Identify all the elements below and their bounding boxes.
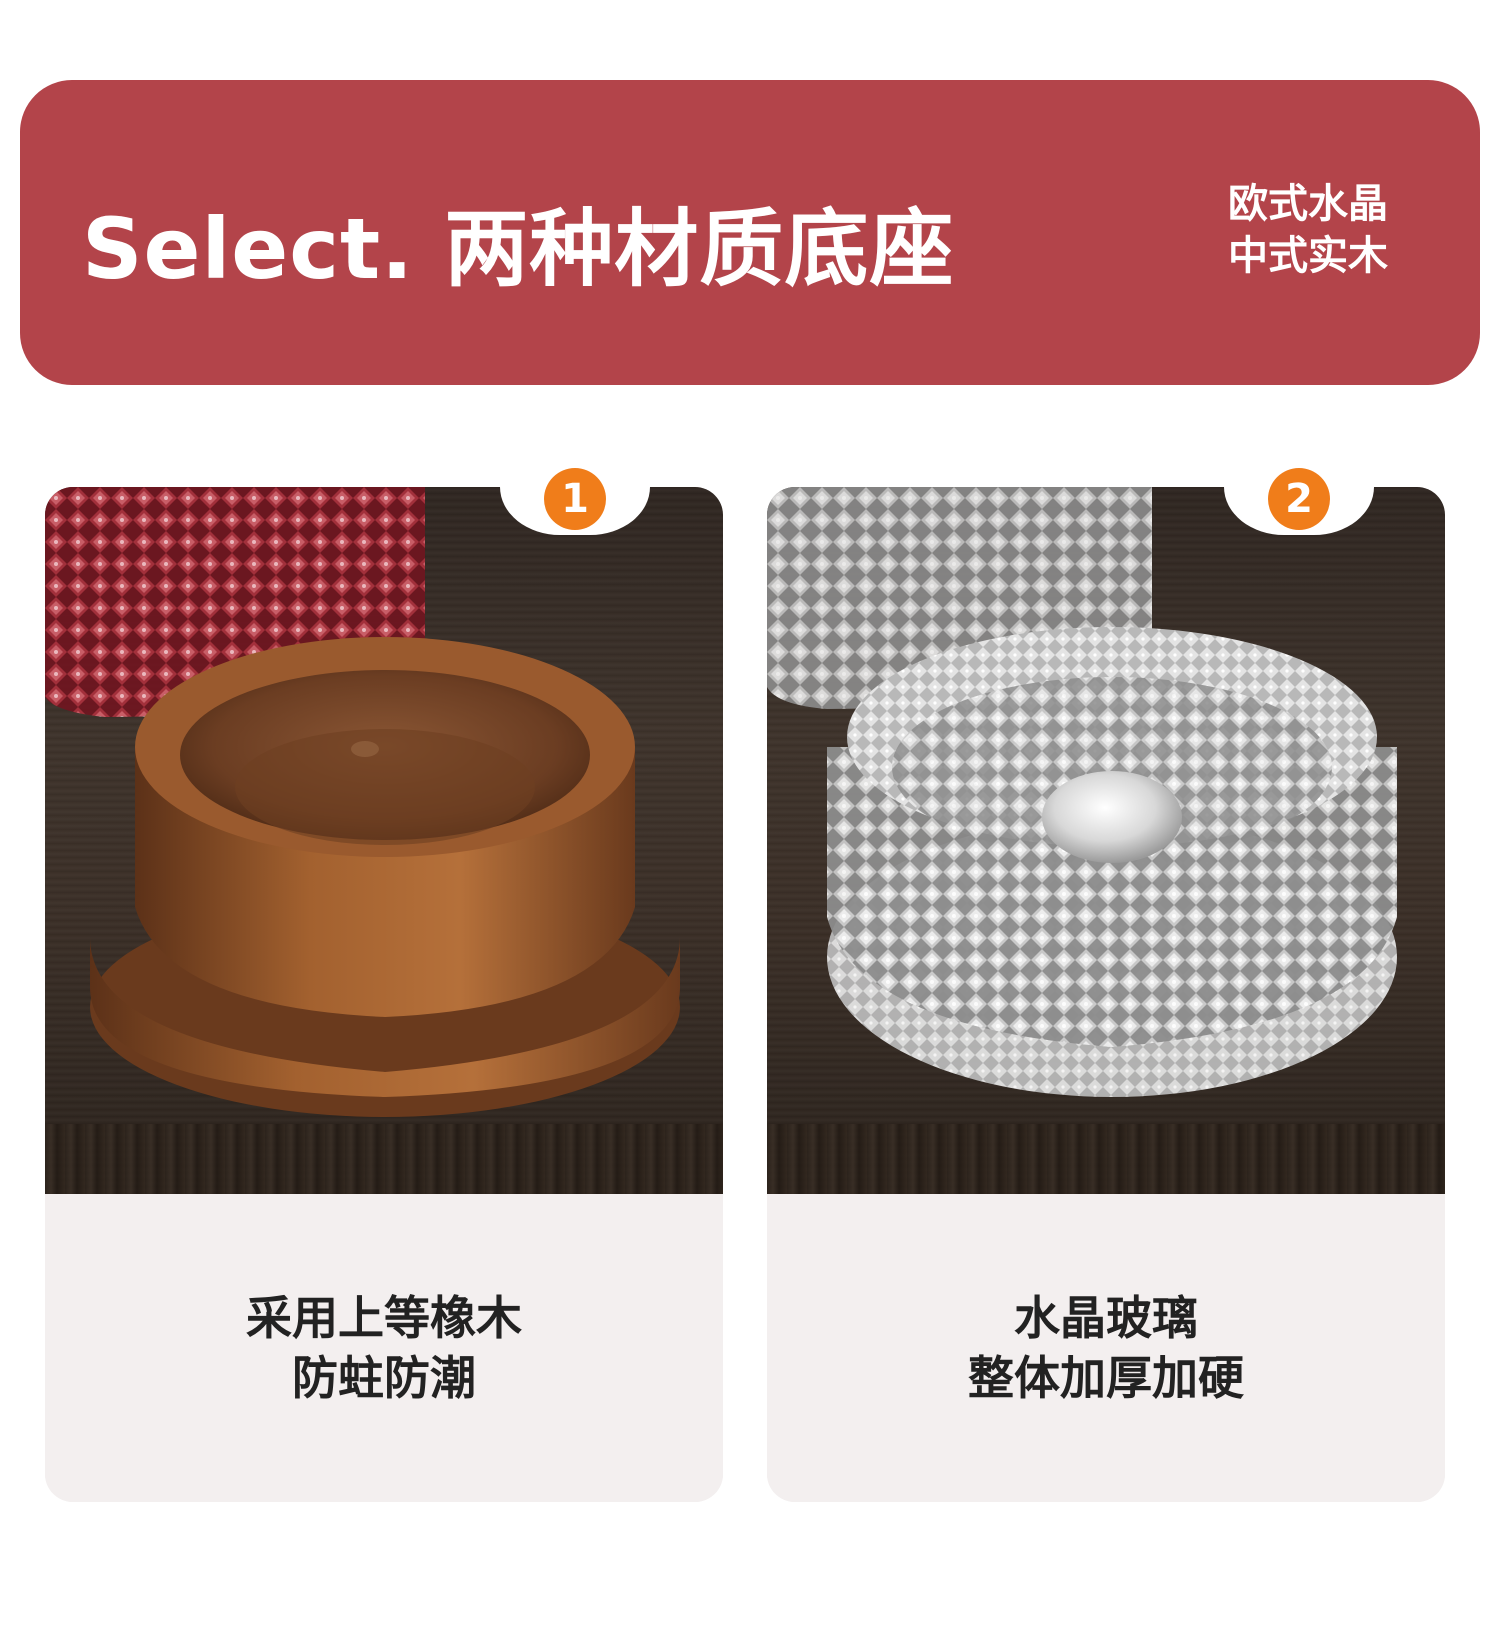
number-badge-1: 1: [544, 468, 606, 530]
wood-base-illustration: [45, 487, 680, 1117]
page-title: Select. 两种材质底座: [82, 200, 955, 298]
wood-base-photo: [45, 487, 723, 1194]
header-subtitle: 欧式水晶 中式实木: [1228, 178, 1388, 282]
product-card-wood: 采用上等橡木 防蛀防潮: [45, 487, 723, 1502]
crystal-caption-line1: 水晶玻璃: [1014, 1291, 1198, 1345]
subtitle-line-wood: 中式实木: [1228, 233, 1388, 279]
crystal-base-illustration: [767, 487, 1397, 1097]
crystal-caption-line2: 整体加厚加硬: [968, 1351, 1244, 1405]
number-badge-2: 2: [1268, 468, 1330, 530]
wood-base-caption: 采用上等橡木 防蛀防潮: [45, 1194, 723, 1502]
product-card-crystal: 水晶玻璃 整体加厚加硬: [767, 487, 1445, 1502]
wood-caption-line2: 防蛀防潮: [292, 1351, 476, 1405]
crystal-base-photo: [767, 487, 1445, 1194]
subtitle-line-crystal: 欧式水晶: [1228, 181, 1388, 227]
wood-caption-line1: 采用上等橡木: [246, 1291, 522, 1345]
crystal-base-caption: 水晶玻璃 整体加厚加硬: [767, 1194, 1445, 1502]
header-banner: Select. 两种材质底座 欧式水晶 中式实木: [20, 80, 1480, 385]
